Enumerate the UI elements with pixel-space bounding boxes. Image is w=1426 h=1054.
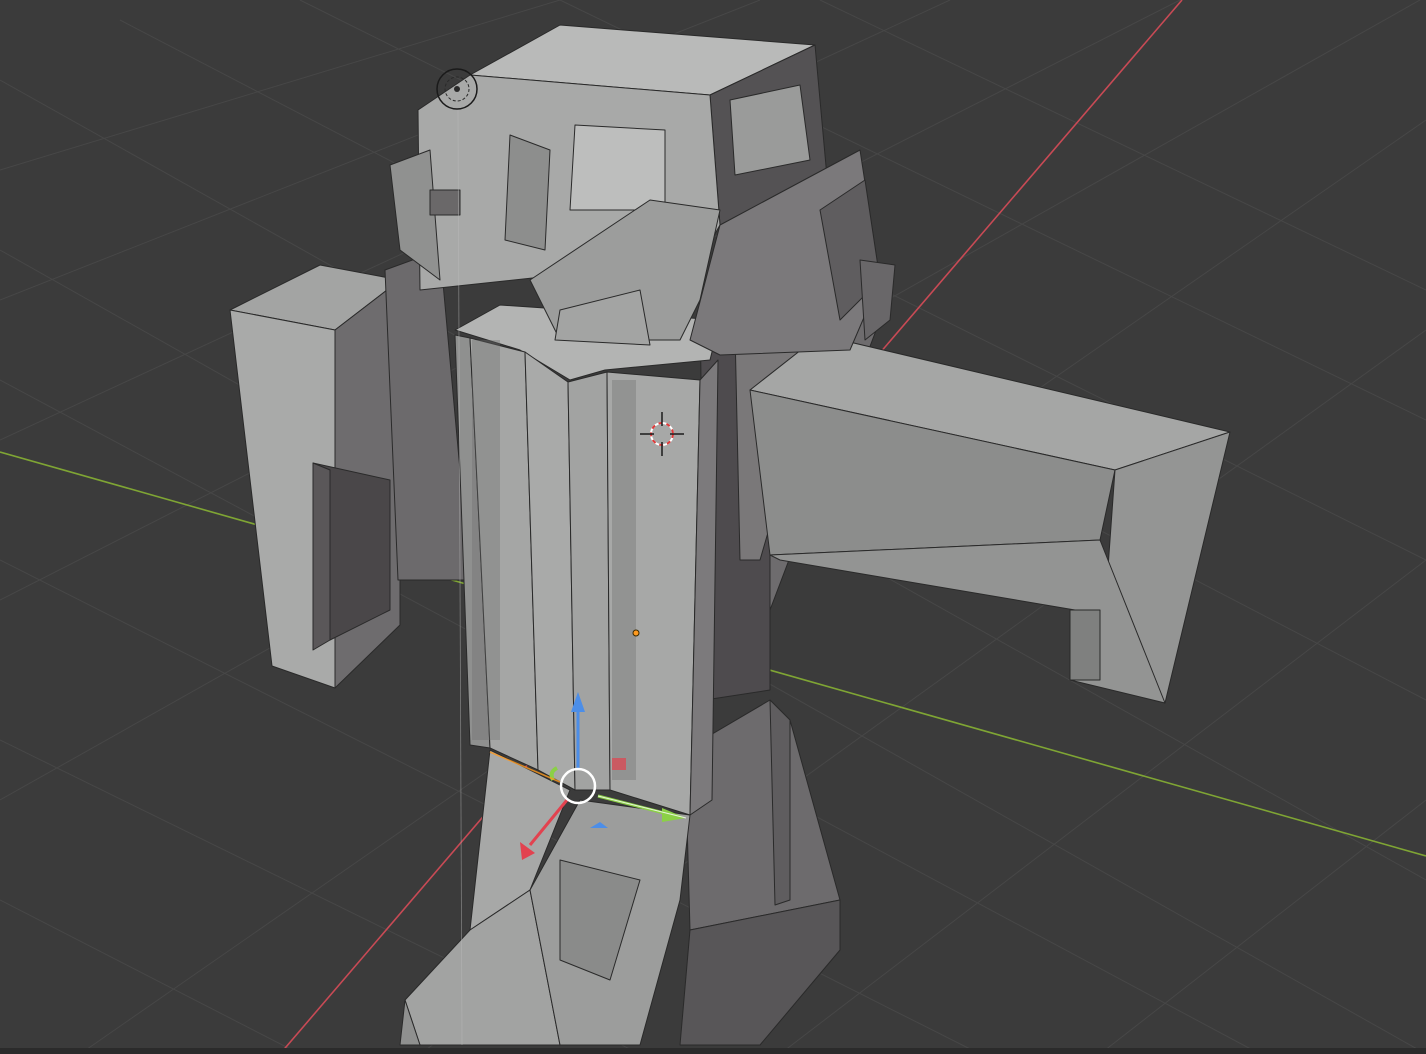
gizmo-plane-xz-icon[interactable] [612,758,626,770]
viewport-bottom-border [0,1048,1426,1054]
3d-viewport[interactable] [0,0,1426,1054]
torso[interactable] [454,304,721,816]
viewport-canvas[interactable] [0,0,1426,1054]
object-origin-point [632,629,640,637]
